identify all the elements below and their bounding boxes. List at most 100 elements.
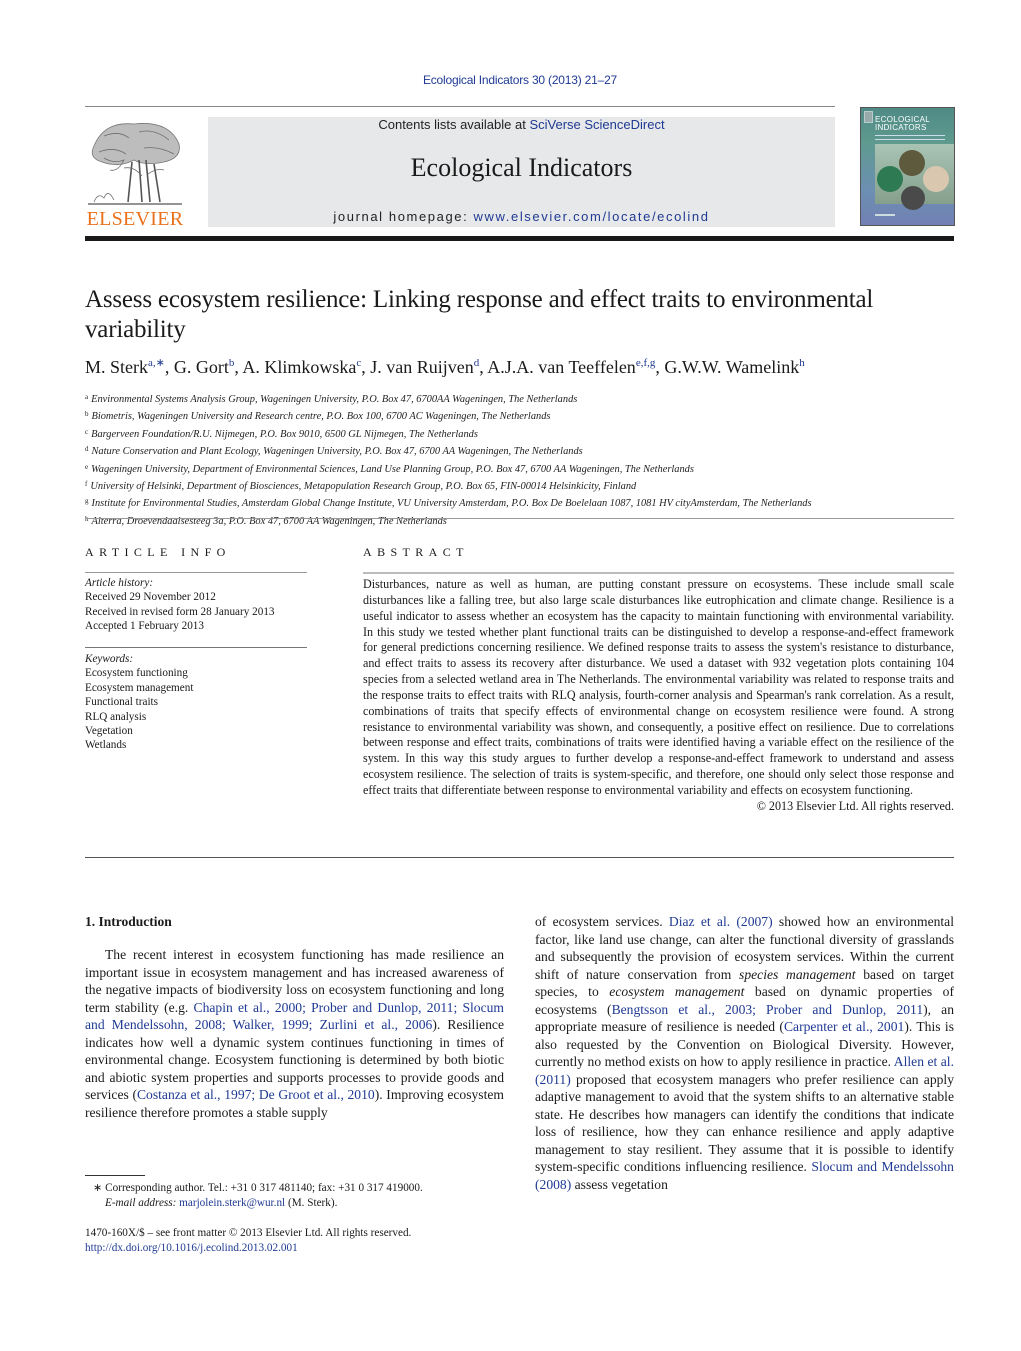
elsevier-wordmark: ELSEVIER <box>86 208 184 230</box>
author-name[interactable]: M. Sterk <box>85 357 148 377</box>
affiliations-divider <box>85 518 954 519</box>
contents-prefix: Contents lists available at <box>378 117 530 132</box>
history-entry: Accepted 1 February 2013 <box>85 620 204 633</box>
cover-photo-circle <box>877 166 903 192</box>
elsevier-tree-icon <box>88 123 182 205</box>
cover-title-line: INDICATORS <box>875 123 927 132</box>
cover-title: ECOLOGICAL INDICATORS <box>875 116 930 132</box>
affiliation-text: Wageningen University, Department of Env… <box>91 463 694 475</box>
keyword: Wetlands <box>85 739 127 752</box>
author-name[interactable]: A. Klimkowska <box>242 357 356 377</box>
abstract-copyright: © 2013 Elsevier Ltd. All rights reserved… <box>756 798 954 813</box>
emphasis-text: ecosystem management <box>609 984 745 999</box>
affiliation-item: g Institute for Environmental Studies, Am… <box>85 494 965 511</box>
section-heading-introduction: 1. Introduction <box>85 914 172 929</box>
affiliation-text: Bargerveen Foundation/R.U. Nijmegen, P.O… <box>91 428 478 440</box>
author-email-link[interactable]: marjolein.sterk@wur.nl <box>179 1197 285 1209</box>
affiliation-item: f University of Helsinki, Department of B… <box>85 477 965 494</box>
author-separator: , <box>361 357 371 377</box>
keyword: Ecosystem management <box>85 681 194 694</box>
homepage-line: journal homepage: www.elsevier.com/locat… <box>208 209 835 224</box>
email-suffix: (M. Sterk). <box>285 1197 338 1209</box>
front-matter: 1470-160X/$ – see front matter © 2013 El… <box>85 1226 515 1256</box>
body-column-left: The recent interest in ecosystem functio… <box>85 946 504 1121</box>
author-name[interactable]: A.J.A. van Teeffelen <box>487 357 636 377</box>
affiliation-item: e Wageningen University, Department of En… <box>85 460 965 477</box>
author-separator: , <box>655 357 665 377</box>
keywords-block: Keywords: Ecosystem functioning Ecosystem… <box>85 652 325 753</box>
journal-homepage-link[interactable]: www.elsevier.com/locate/ecolind <box>474 209 710 224</box>
affiliation-key: b <box>85 410 89 419</box>
author-separator: , <box>164 357 174 377</box>
keyword: RLQ analysis <box>85 710 147 723</box>
abstract-body: Disturbances, nature as well as human, a… <box>363 577 954 815</box>
cover-publisher-mark <box>864 111 873 123</box>
journal-masthead: Contents lists available at SciVerse Sci… <box>208 117 835 227</box>
affiliation-item: c Bargerveen Foundation/R.U. Nijmegen, P.… <box>85 425 965 442</box>
author[interactable]: M. Sterka,∗ <box>85 357 165 377</box>
contents-line: Contents lists available at SciVerse Sci… <box>208 117 835 132</box>
abstract-heading: ABSTRACT <box>363 545 469 559</box>
journal-citation-link[interactable]: Ecological Indicators 30 (2013) 21–27 <box>0 73 1021 87</box>
article-history: Article history: Received 29 November 20… <box>85 576 325 634</box>
abstract-paragraph: Disturbances, nature as well as human, a… <box>363 577 954 797</box>
author[interactable]: G.W.W. Wamelinkh <box>664 357 804 377</box>
author-name[interactable]: J. van Ruijven <box>370 357 474 377</box>
article-info-heading: ARTICLE INFO <box>85 545 231 559</box>
keyword: Functional traits <box>85 696 159 709</box>
citation-link[interactable]: Bengtsson et al., 2003; Prober and Dunlo… <box>612 1002 924 1017</box>
affiliation-text: Biometris, Wageningen University and Res… <box>91 411 551 423</box>
sciencedirect-link[interactable]: SciVerse ScienceDirect <box>529 117 664 132</box>
author-name[interactable]: G. Gort <box>174 357 229 377</box>
affiliation-key: f <box>85 480 88 489</box>
affiliation-item: a Environmental Systems Analysis Group, W… <box>85 390 965 407</box>
author-affiliation-marker[interactable]: h <box>799 357 805 369</box>
journal-cover-image[interactable]: ECOLOGICAL INDICATORS <box>860 107 955 226</box>
header-thick-divider <box>85 236 954 241</box>
affiliation-item: b Biometris, Wageningen University and Re… <box>85 407 965 424</box>
citation-link[interactable]: Costanza et al., 1997; De Groot et al., … <box>137 1087 375 1102</box>
article-title: Assess ecosystem resilience: Linking res… <box>85 286 874 343</box>
corresponding-author-footnote: ∗ Corresponding author. Tel.: +31 0 317 … <box>85 1181 515 1211</box>
article-info-divider <box>85 572 307 573</box>
affiliation-key: c <box>85 427 89 436</box>
author-name[interactable]: G.W.W. Wamelink <box>664 357 799 377</box>
affiliation-key: d <box>85 445 89 454</box>
author[interactable]: J. van Ruijvend <box>370 357 479 377</box>
elsevier-logo[interactable]: ELSEVIER <box>84 116 186 230</box>
author[interactable]: A.J.A. van Teeffelene,f,g <box>487 357 655 377</box>
history-label: Article history: <box>85 577 154 589</box>
author-affiliation-marker[interactable]: e,f,g <box>636 357 656 369</box>
footnote-divider <box>85 1175 145 1176</box>
affiliation-list: a Environmental Systems Analysis Group, W… <box>85 390 965 529</box>
affiliation-key: g <box>85 497 89 506</box>
citation-link[interactable]: Diaz et al. (2007) <box>669 914 773 929</box>
affiliation-item: d Nature Conservation and Plant Ecology, … <box>85 442 965 459</box>
homepage-prefix: journal homepage: <box>333 209 474 224</box>
header-divider <box>85 106 835 107</box>
affiliation-text: University of Helsinki, Department of Bi… <box>90 481 637 493</box>
cover-subtitle <box>875 135 945 140</box>
author-list: M. Sterka,∗, G. Gortb, A. Klimkowskac, J… <box>85 356 965 378</box>
journal-name[interactable]: Ecological Indicators <box>208 153 835 183</box>
body-column-right: of ecosystem services. Diaz et al. (2007… <box>535 913 954 1193</box>
keywords-label: Keywords: <box>85 653 134 665</box>
abstract-end-divider <box>85 857 954 858</box>
body-text: of ecosystem services. <box>535 914 669 929</box>
history-entry: Received 29 November 2012 <box>85 591 216 604</box>
footnote-corresponding: Corresponding author. Tel.: +31 0 317 48… <box>105 1182 423 1194</box>
doi-link[interactable]: http://dx.doi.org/10.1016/j.ecolind.2013… <box>85 1241 515 1256</box>
author[interactable]: G. Gortb <box>174 357 235 377</box>
abstract-divider <box>363 572 954 574</box>
author[interactable]: A. Klimkowskac <box>242 357 361 377</box>
keywords-divider <box>85 647 307 648</box>
author-affiliation-marker[interactable]: a,∗ <box>148 357 165 369</box>
body-text: assess vegetation <box>571 1176 668 1192</box>
citation-link[interactable]: Carpenter et al., 2001 <box>784 1019 904 1034</box>
affiliation-key: a <box>85 393 89 401</box>
cover-photo-circle <box>901 186 925 210</box>
affiliation-text: Environmental Systems Analysis Group, Wa… <box>91 394 578 405</box>
affiliation-text: Institute for Environmental Studies, Ams… <box>91 498 812 510</box>
emphasis-text: species management <box>739 966 856 982</box>
history-entry: Received in revised form 28 January 2013 <box>85 605 275 618</box>
